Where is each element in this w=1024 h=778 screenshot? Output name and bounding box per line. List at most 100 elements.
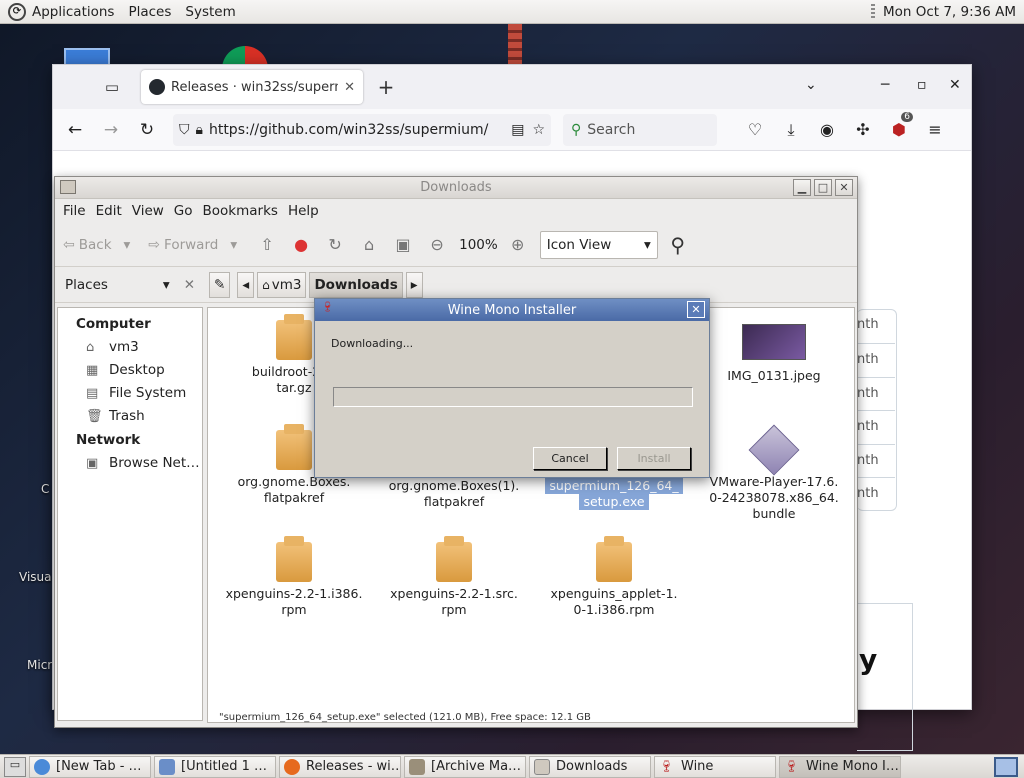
clock[interactable]: Mon Oct 7, 9:36 AM bbox=[883, 4, 1016, 20]
reader-view-icon[interactable]: ▤ bbox=[511, 122, 524, 138]
file-item-boxes-1[interactable]: org.gnome.Boxes(1). flatpakref bbox=[384, 478, 524, 510]
archive-icon bbox=[276, 424, 312, 470]
sidebar-item-desktop[interactable]: ▦ Desktop bbox=[58, 359, 202, 382]
back-icon[interactable]: ← bbox=[57, 120, 93, 140]
edit-location-icon[interactable]: ✎ bbox=[209, 271, 231, 298]
desktop-label-1[interactable]: C bbox=[41, 482, 49, 496]
applications-logo-icon[interactable]: ⟳ bbox=[8, 2, 26, 21]
hamburger-menu-icon[interactable]: ≡ bbox=[917, 120, 953, 139]
forward-button[interactable]: ⇨ Forward ▾ bbox=[148, 237, 237, 253]
task-new-tab[interactable]: [New Tab - … bbox=[29, 755, 151, 778]
menu-applications[interactable]: Applications bbox=[32, 4, 114, 20]
breadcrumb-vm3[interactable]: ⌂ vm3 bbox=[257, 271, 307, 298]
new-tab-button[interactable]: + bbox=[371, 75, 401, 99]
archive-manager-icon bbox=[409, 758, 425, 775]
tab-overview-icon[interactable]: ▭ bbox=[95, 70, 129, 104]
crumb-left-icon[interactable]: ◂ bbox=[237, 271, 255, 298]
file-label: VMware-Player-17.6. bbox=[709, 474, 839, 489]
file-item-img[interactable]: IMG_0131.jpeg bbox=[704, 320, 844, 384]
back-label: Back bbox=[78, 236, 112, 253]
install-button[interactable]: Install bbox=[617, 447, 691, 470]
file-item-xpenguins-applet[interactable]: xpenguins_applet-1. 0-1.i386.rpm bbox=[544, 536, 684, 618]
table-row[interactable]: nth bbox=[857, 377, 895, 411]
lock-icon[interactable]: 🔒︎ bbox=[196, 122, 203, 138]
dialog-titlebar[interactable]: 🍷︎ Wine Mono Installer ✕ bbox=[315, 299, 709, 321]
close-tab-icon[interactable]: ✕ bbox=[344, 80, 355, 95]
menu-help[interactable]: Help bbox=[288, 203, 319, 219]
sidebar-item-trash[interactable]: 🗑︎ Trash bbox=[58, 405, 202, 428]
list-tabs-icon[interactable]: ⌄ bbox=[805, 77, 817, 93]
forward-history-icon[interactable]: ▾ bbox=[230, 237, 237, 253]
search-icon[interactable]: ⚲ bbox=[666, 233, 690, 257]
pocket-icon[interactable]: ♡ bbox=[737, 120, 773, 139]
account-icon[interactable]: ◉ bbox=[809, 120, 845, 139]
task-untitled[interactable]: [Untitled 1 … bbox=[154, 755, 276, 778]
forward-icon[interactable]: → bbox=[93, 120, 129, 140]
menu-places[interactable]: Places bbox=[128, 4, 171, 20]
file-manager-titlebar[interactable]: Downloads ▁ □ ✕ bbox=[55, 177, 857, 199]
search-box[interactable]: ⚲ Search bbox=[563, 113, 717, 146]
task-wine-mono[interactable]: 🍷︎ Wine Mono I… bbox=[779, 755, 901, 778]
file-item-xpenguins-i386[interactable]: xpenguins-2.2-1.i386. rpm bbox=[224, 536, 364, 618]
file-item-supermium[interactable]: supermium_126_64_ setup.exe bbox=[544, 478, 684, 510]
task-wine[interactable]: 🍷︎ Wine bbox=[654, 755, 776, 778]
desktop-label-3[interactable]: Micr bbox=[27, 658, 52, 672]
task-downloads[interactable]: Downloads bbox=[529, 755, 651, 778]
task-releases[interactable]: Releases - wi… bbox=[279, 755, 401, 778]
home-icon[interactable]: ⌂ bbox=[357, 233, 381, 257]
sidebar-item-vm3[interactable]: ⌂ vm3 bbox=[58, 336, 202, 359]
dialog-close-button[interactable]: ✕ bbox=[687, 301, 705, 318]
file-item-xpenguins-src[interactable]: xpenguins-2.2-1.src. rpm bbox=[384, 536, 524, 618]
minimize-button[interactable]: ▁ bbox=[793, 179, 811, 196]
back-history-icon[interactable]: ▾ bbox=[124, 237, 131, 253]
crumb-right-icon[interactable]: ▸ bbox=[405, 271, 423, 298]
url-bar[interactable]: ⛉ 🔒︎ https://github.com/win32ss/supermiu… bbox=[173, 113, 551, 146]
show-desktop-icon[interactable]: ▭ bbox=[4, 756, 26, 777]
shield-icon[interactable]: ⛉ bbox=[179, 122, 190, 138]
zoom-in-icon[interactable]: ⊕ bbox=[506, 233, 530, 257]
workspace-switcher[interactable] bbox=[994, 756, 1018, 777]
search-placeholder[interactable]: Search bbox=[587, 122, 635, 138]
maximize-icon[interactable]: ▫ bbox=[917, 77, 927, 93]
reload-icon[interactable]: ↻ bbox=[129, 120, 165, 140]
breadcrumb-downloads[interactable]: Downloads bbox=[309, 271, 403, 298]
close-window-icon[interactable]: ✕ bbox=[949, 77, 961, 93]
bookmark-star-icon[interactable]: ☆ bbox=[532, 122, 545, 138]
maximize-button[interactable]: □ bbox=[814, 179, 832, 196]
menu-bookmarks[interactable]: Bookmarks bbox=[203, 203, 278, 219]
table-row[interactable]: nth bbox=[857, 444, 895, 478]
places-selector[interactable]: Places ▾ ✕ bbox=[55, 277, 201, 293]
sidebar-item-filesystem[interactable]: ▤ File System bbox=[58, 382, 202, 405]
view-mode-select[interactable]: Icon View ▾ bbox=[539, 230, 658, 259]
menu-view[interactable]: View bbox=[132, 203, 164, 219]
up-icon[interactable]: ⇧ bbox=[255, 233, 279, 257]
back-button[interactable]: ⇦ Back ▾ bbox=[63, 237, 130, 253]
cancel-button[interactable]: Cancel bbox=[533, 447, 607, 470]
wine-mono-dialog: 🍷︎ Wine Mono Installer ✕ Downloading... … bbox=[314, 298, 710, 478]
close-button[interactable]: ✕ bbox=[835, 179, 853, 196]
sidebar-item-browse-network[interactable]: ▣ Browse Net… bbox=[58, 452, 202, 475]
stop-icon[interactable]: ● bbox=[289, 233, 313, 257]
tab-title: Releases · win32ss/supermium bbox=[171, 79, 338, 95]
file-item-vmware[interactable]: VMware-Player-17.6. 0-24238078.x86_64. b… bbox=[704, 424, 844, 522]
task-archive-manager[interactable]: [Archive Ma… bbox=[404, 755, 526, 778]
computer-icon[interactable]: ▣ bbox=[391, 233, 415, 257]
close-sidebar-icon[interactable]: ✕ bbox=[184, 277, 195, 293]
table-row[interactable]: nth bbox=[857, 343, 895, 377]
desktop-label-2[interactable]: Visua bbox=[19, 570, 52, 584]
extensions-icon[interactable]: ✣ bbox=[845, 120, 881, 139]
ublock-icon[interactable]: ⬢ 6 bbox=[881, 112, 917, 139]
tab-releases[interactable]: Releases · win32ss/supermium ✕ bbox=[141, 70, 363, 104]
table-row[interactable]: nth bbox=[857, 410, 895, 444]
menu-system[interactable]: System bbox=[185, 4, 235, 20]
reload-icon[interactable]: ↻ bbox=[323, 233, 347, 257]
url-text[interactable]: https://github.com/win32ss/supermium/ bbox=[209, 122, 511, 138]
table-row[interactable]: nth bbox=[857, 309, 895, 343]
table-row[interactable]: nth bbox=[857, 477, 895, 511]
menu-file[interactable]: File bbox=[63, 203, 86, 219]
menu-go[interactable]: Go bbox=[174, 203, 193, 219]
zoom-out-icon[interactable]: ⊖ bbox=[425, 233, 449, 257]
downloads-icon[interactable]: ⤓ bbox=[773, 120, 809, 140]
minimize-icon[interactable]: ─ bbox=[881, 77, 889, 93]
menu-edit[interactable]: Edit bbox=[96, 203, 122, 219]
